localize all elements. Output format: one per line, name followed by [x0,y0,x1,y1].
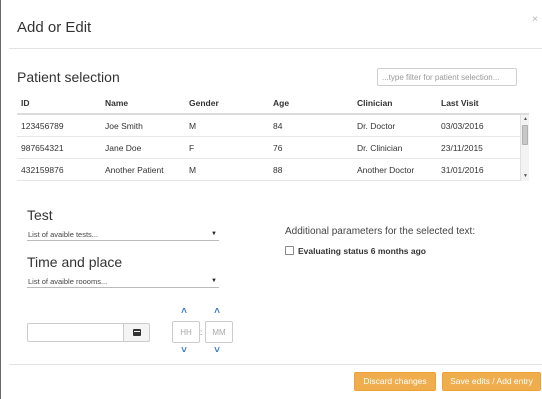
cell-last-visit: 31/01/2016 [441,165,484,175]
patient-table-body: 123456789 Joe Smith M 84 Dr. Doctor 03/0… [17,115,529,181]
scrollbar-thumb[interactable] [522,125,528,145]
table-row[interactable]: 123456789 Joe Smith M 84 Dr. Doctor 03/0… [17,115,520,137]
footer-divider [9,364,542,365]
cell-name: Another Patient [105,165,164,175]
chevron-down-icon: ▼ [211,231,217,237]
cell-age: 88 [273,165,283,175]
evaluating-status-checkbox[interactable] [285,246,294,255]
table-row[interactable]: 987654321 Jane Doe F 76 Dr. Clinician 23… [17,137,520,159]
column-header-gender[interactable]: Gender [189,98,219,108]
minute-increment-chevron-up-icon[interactable]: ˄ [210,306,224,317]
cell-clinician: Dr. Clinician [357,143,403,153]
cell-name: Joe Smith [105,121,143,131]
save-entry-button[interactable]: Save edits / Add entry [442,372,541,391]
column-header-age[interactable]: Age [273,98,289,108]
time-place-section-title: Time and place [27,254,123,270]
scroll-up-arrow-icon[interactable]: ▲ [521,115,530,124]
column-header-id[interactable]: ID [21,98,30,108]
cell-gender: F [189,143,195,153]
cell-last-visit: 03/03/2016 [441,121,484,131]
room-select[interactable]: List of avaible roooms... ▼ [27,276,219,288]
test-select-value: List of avaible tests... [28,230,99,239]
cell-gender: M [189,121,197,131]
table-scrollbar[interactable]: ▲ ▼ [520,115,529,181]
column-header-name[interactable]: Name [105,98,128,108]
cell-clinician: Another Doctor [357,165,415,175]
table-row[interactable]: 432159876 Another Patient M 88 Another D… [17,159,520,181]
test-select[interactable]: List of avaible tests... ▼ [27,229,219,241]
time-separator: : [200,328,203,337]
cell-name: Jane Doe [105,143,142,153]
hour-input[interactable] [172,321,200,343]
header-divider [9,48,542,49]
patient-selection-title: Patient selection [17,69,120,85]
cell-age: 84 [273,121,283,131]
cell-id: 123456789 [21,121,64,131]
calendar-icon [133,329,141,336]
chevron-down-icon: ▼ [211,278,217,284]
cell-id: 987654321 [21,143,64,153]
cell-age: 76 [273,143,283,153]
minute-input[interactable] [205,321,233,343]
discard-changes-button[interactable]: Discard changes [354,372,436,391]
cell-clinician: Dr. Doctor [357,121,396,131]
scroll-down-arrow-icon[interactable]: ▼ [521,172,530,181]
date-picker-button[interactable] [123,323,150,342]
column-header-last-visit[interactable]: Last Visit [441,98,479,108]
column-header-clinician[interactable]: Clinician [357,98,392,108]
close-icon[interactable]: × [532,14,538,25]
minute-decrement-chevron-down-icon[interactable]: ˅ [210,345,224,356]
cell-last-visit: 23/11/2015 [441,143,483,153]
hour-decrement-chevron-down-icon[interactable]: ˅ [177,345,191,356]
cell-id: 432159876 [21,165,64,175]
test-section-title: Test [27,207,53,223]
evaluating-status-label[interactable]: Evaluating status 6 months ago [298,246,426,256]
dialog-title: Add or Edit [17,19,92,36]
patient-filter-input[interactable] [377,68,517,86]
table-header: ID Name Gender Age Clinician Last Visit [17,95,529,113]
additional-parameters-text: Additional parameters for the selected t… [285,226,476,237]
room-select-value: List of avaible roooms... [28,277,108,286]
cell-gender: M [189,165,197,175]
dialog: × Add or Edit Patient selection ID Name … [0,0,542,399]
date-input[interactable] [27,323,123,342]
hour-increment-chevron-up-icon[interactable]: ˄ [177,306,191,317]
